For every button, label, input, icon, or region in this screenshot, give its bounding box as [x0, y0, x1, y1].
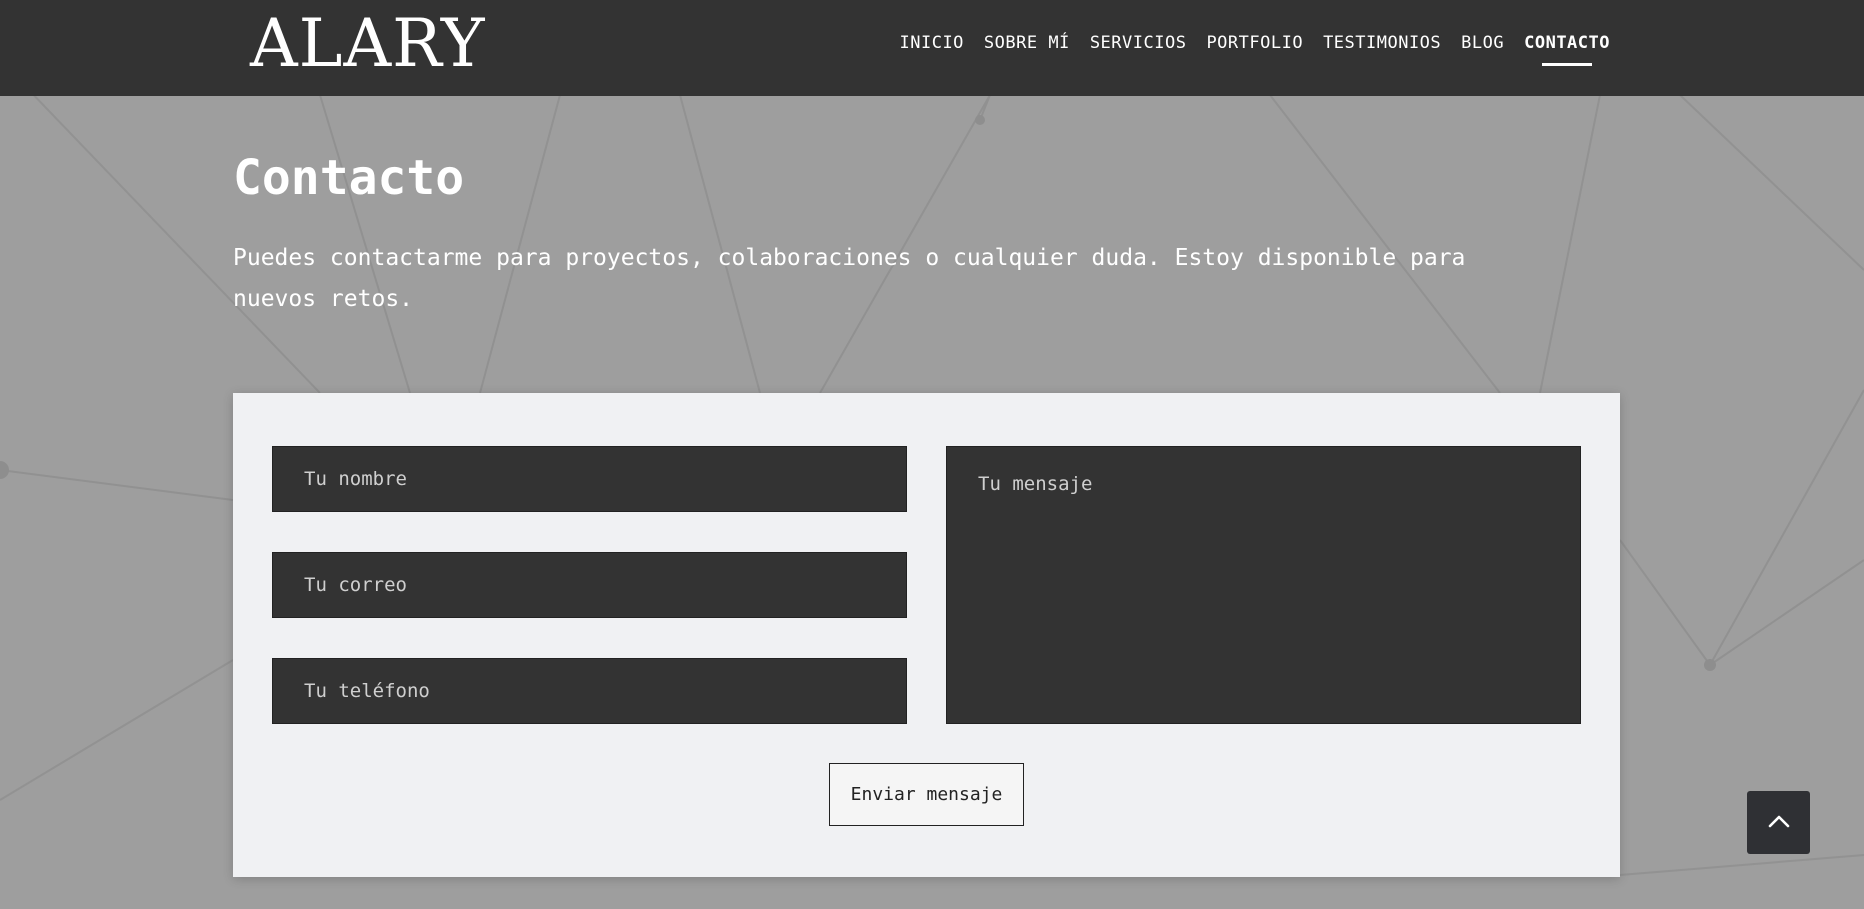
nav-item-inicio[interactable]: INICIO	[900, 31, 964, 55]
nav-item-blog[interactable]: BLOG	[1461, 31, 1504, 55]
email-input[interactable]	[272, 552, 907, 618]
nav-item-testimonios[interactable]: TESTIMONIOS	[1323, 31, 1441, 55]
main-nav: INICIO SOBRE MÍ SERVICIOS PORTFOLIO TEST…	[900, 31, 1611, 66]
back-to-top-button[interactable]	[1747, 791, 1810, 854]
site-header: ALARY INICIO SOBRE MÍ SERVICIOS PORTFOLI…	[0, 0, 1864, 96]
nav-item-portfolio[interactable]: PORTFOLIO	[1206, 31, 1303, 55]
chevron-up-icon	[1768, 813, 1790, 832]
site-logo[interactable]: ALARY	[250, 4, 485, 84]
nav-item-sobre-mi[interactable]: SOBRE MÍ	[984, 31, 1070, 55]
name-input[interactable]	[272, 446, 907, 512]
contact-intro: Puedes contactarme para proyectos, colab…	[233, 245, 1466, 312]
phone-input[interactable]	[272, 658, 907, 724]
nav-item-contacto[interactable]: CONTACTO	[1524, 31, 1610, 66]
nav-item-servicios[interactable]: SERVICIOS	[1090, 31, 1187, 55]
send-message-button[interactable]: Enviar mensaje	[829, 763, 1024, 826]
contact-form: Enviar mensaje	[233, 393, 1620, 877]
message-textarea[interactable]	[946, 446, 1581, 724]
page-title: Contacto	[233, 150, 465, 206]
